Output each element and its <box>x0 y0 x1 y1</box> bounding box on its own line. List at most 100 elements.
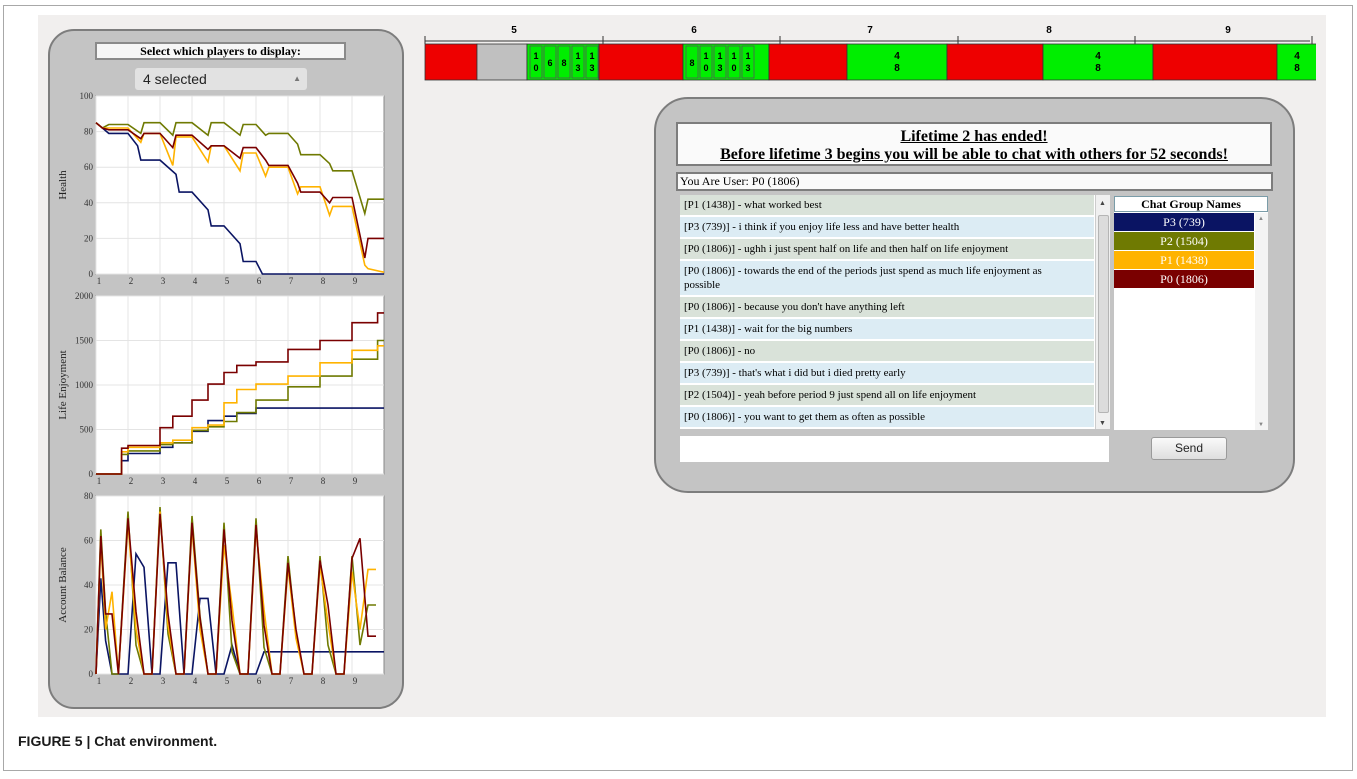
period-timeline: 5678910681313810131013484848 <box>422 22 1318 82</box>
account-balance-chart: 0 20 40 60 80 1 2 3 4 5 6 7 8 9 Account Balance <box>58 490 388 690</box>
chat-group-list: Chat Group Names P3 (739) P2 (1504) P1 (14… <box>1114 196 1268 430</box>
timeline-box-label: 0 <box>703 63 708 73</box>
x-tick-label: 8 <box>321 476 326 486</box>
timeline-box-label: 8 <box>561 58 566 68</box>
current-user-label: You Are User: P0 (1806) <box>676 172 1273 191</box>
timeline-box-label: 1 <box>533 51 538 61</box>
group-scrollbar[interactable]: ▲ ▼ <box>1255 213 1268 430</box>
x-tick-label: 1 <box>97 676 102 686</box>
x-tick-label: 8 <box>321 676 326 686</box>
chart-svg: 0 500 1000 1500 2000 1 2 3 4 5 6 7 8 9 Life Enjoyment <box>58 291 385 486</box>
chat-scrollbar[interactable]: ▲ ▼ <box>1095 195 1110 429</box>
x-tick-label: 7 <box>289 276 294 286</box>
chat-countdown-text: Before lifetime 3 begins you will be abl… <box>720 146 1228 163</box>
x-tick-label: 9 <box>353 476 358 486</box>
scroll-up-icon[interactable]: ▲ <box>1258 216 1264 222</box>
chat-message-list[interactable]: [P1 (1438)] - what worked best [P3 (739)]… <box>680 195 1109 429</box>
timeline-box-label: 3 <box>589 63 594 73</box>
period-label: 5 <box>511 25 517 36</box>
y-tick-label: 0 <box>89 469 94 479</box>
timeline-svg: 5 6 7 8 910 6 81313 810131013484848 <box>424 25 1318 81</box>
y-tick-label: 80 <box>84 127 94 137</box>
y-tick-label: 20 <box>84 233 94 243</box>
x-tick-label: 1 <box>97 276 102 286</box>
y-tick-label: 1000 <box>75 380 94 390</box>
timeline-box-label: 1 <box>575 51 580 61</box>
x-tick-label: 4 <box>193 476 198 486</box>
x-tick-label: 7 <box>289 676 294 686</box>
chat-message: [P1 (1438)] - wait for the big numbers <box>680 319 1094 341</box>
timeline-segment <box>846 43 948 81</box>
scroll-up-icon[interactable]: ▲ <box>1099 199 1106 207</box>
timeline-box-label: 1 <box>717 51 722 61</box>
chart-svg: 0 20 40 60 80 100 1 2 3 4 5 6 7 8 9 Health <box>58 91 385 286</box>
player-select-value: 4 selected <box>143 71 207 87</box>
x-tick-label: 5 <box>225 476 230 486</box>
timeline-segment <box>476 43 528 81</box>
x-tick-label: 8 <box>321 276 326 286</box>
scroll-down-icon[interactable]: ▼ <box>1258 422 1264 428</box>
y-tick-label: 60 <box>84 536 94 546</box>
x-tick-label: 3 <box>161 676 166 686</box>
y-tick-label: 40 <box>84 198 94 208</box>
chart-svg: 0 20 40 60 80 1 2 3 4 5 6 7 8 9 Account Balance <box>58 491 385 686</box>
chat-message: [P3 (739)] - i think if you enjoy life l… <box>680 217 1094 239</box>
chat-message: [P0 (1806)] - you want to get them as of… <box>680 407 1094 429</box>
health-chart: 0 20 40 60 80 100 1 2 3 4 5 6 7 8 9 Health <box>58 90 388 290</box>
x-tick-label: 6 <box>257 676 262 686</box>
lifetime-ended-text: Lifetime 2 has ended! <box>900 128 1048 145</box>
chat-message: [P0 (1806)] - ughh i just spent half on … <box>680 239 1094 261</box>
figure-caption: FIGURE 5 | Chat environment. <box>18 733 218 749</box>
timeline-segment <box>1042 43 1154 81</box>
timeline-segment-label: 8 <box>1095 63 1101 74</box>
chat-group-item: P2 (1504) <box>1114 232 1254 250</box>
chat-message: [P1 (1438)] - what worked best <box>680 195 1094 217</box>
timeline-box-label: 3 <box>575 63 580 73</box>
x-tick-label: 5 <box>225 276 230 286</box>
x-tick-label: 2 <box>129 676 134 686</box>
x-tick-label: 5 <box>225 676 230 686</box>
timeline-box-label: 1 <box>745 51 750 61</box>
timeline-segment <box>598 43 684 81</box>
life-enjoyment-chart: 0 500 1000 1500 2000 1 2 3 4 5 6 7 8 9 Life Enjoyment <box>58 290 388 490</box>
y-tick-label: 20 <box>84 625 94 635</box>
x-tick-label: 4 <box>193 276 198 286</box>
chat-message: [P0 (1806)] - towards the end of the per… <box>680 261 1094 297</box>
timeline-segment <box>1276 43 1318 81</box>
y-tick-label: 100 <box>80 91 94 101</box>
timeline-box-label: 3 <box>717 63 722 73</box>
x-tick-label: 6 <box>257 276 262 286</box>
y-tick-label: 80 <box>84 491 94 501</box>
chat-message: [P3 (739)] - that's what i did but i die… <box>680 363 1094 385</box>
send-button[interactable]: Send <box>1151 437 1227 460</box>
timeline-segment <box>424 43 478 81</box>
scroll-down-icon[interactable]: ▼ <box>1099 419 1106 427</box>
timeline-box-label: 1 <box>731 51 736 61</box>
player-select-title: Select which players to display: <box>95 42 346 60</box>
x-tick-label: 2 <box>129 276 134 286</box>
timeline-box-label: 0 <box>533 63 538 73</box>
chat-group-item: P1 (1438) <box>1114 251 1254 269</box>
period-label: 6 <box>691 25 697 36</box>
chat-group-title: Chat Group Names <box>1114 196 1268 212</box>
y-axis-label: Account Balance <box>58 547 69 623</box>
y-axis-label: Life Enjoyment <box>58 350 69 419</box>
timeline-box-label: 3 <box>745 63 750 73</box>
period-label: 9 <box>1225 25 1231 36</box>
player-select-dropdown[interactable]: 4 selected ▲▼ <box>135 68 307 105</box>
y-axis-label: Health <box>58 170 69 200</box>
x-tick-label: 9 <box>353 276 358 286</box>
x-tick-label: 9 <box>353 676 358 686</box>
y-tick-label: 1500 <box>75 336 94 346</box>
chat-message: [P2 (1504)] - yeah before period 9 just … <box>680 385 1094 407</box>
chat-group-item: P3 (739) <box>1114 213 1254 231</box>
y-tick-label: 0 <box>89 269 94 279</box>
chat-input[interactable] <box>680 436 1109 462</box>
x-tick-label: 1 <box>97 476 102 486</box>
x-tick-label: 7 <box>289 476 294 486</box>
timeline-box-label: 6 <box>547 58 552 68</box>
y-tick-label: 0 <box>89 669 94 679</box>
timeline-segment-label: 4 <box>1095 51 1101 62</box>
y-tick-label: 40 <box>84 580 94 590</box>
scrollbar-thumb[interactable] <box>1098 215 1109 413</box>
